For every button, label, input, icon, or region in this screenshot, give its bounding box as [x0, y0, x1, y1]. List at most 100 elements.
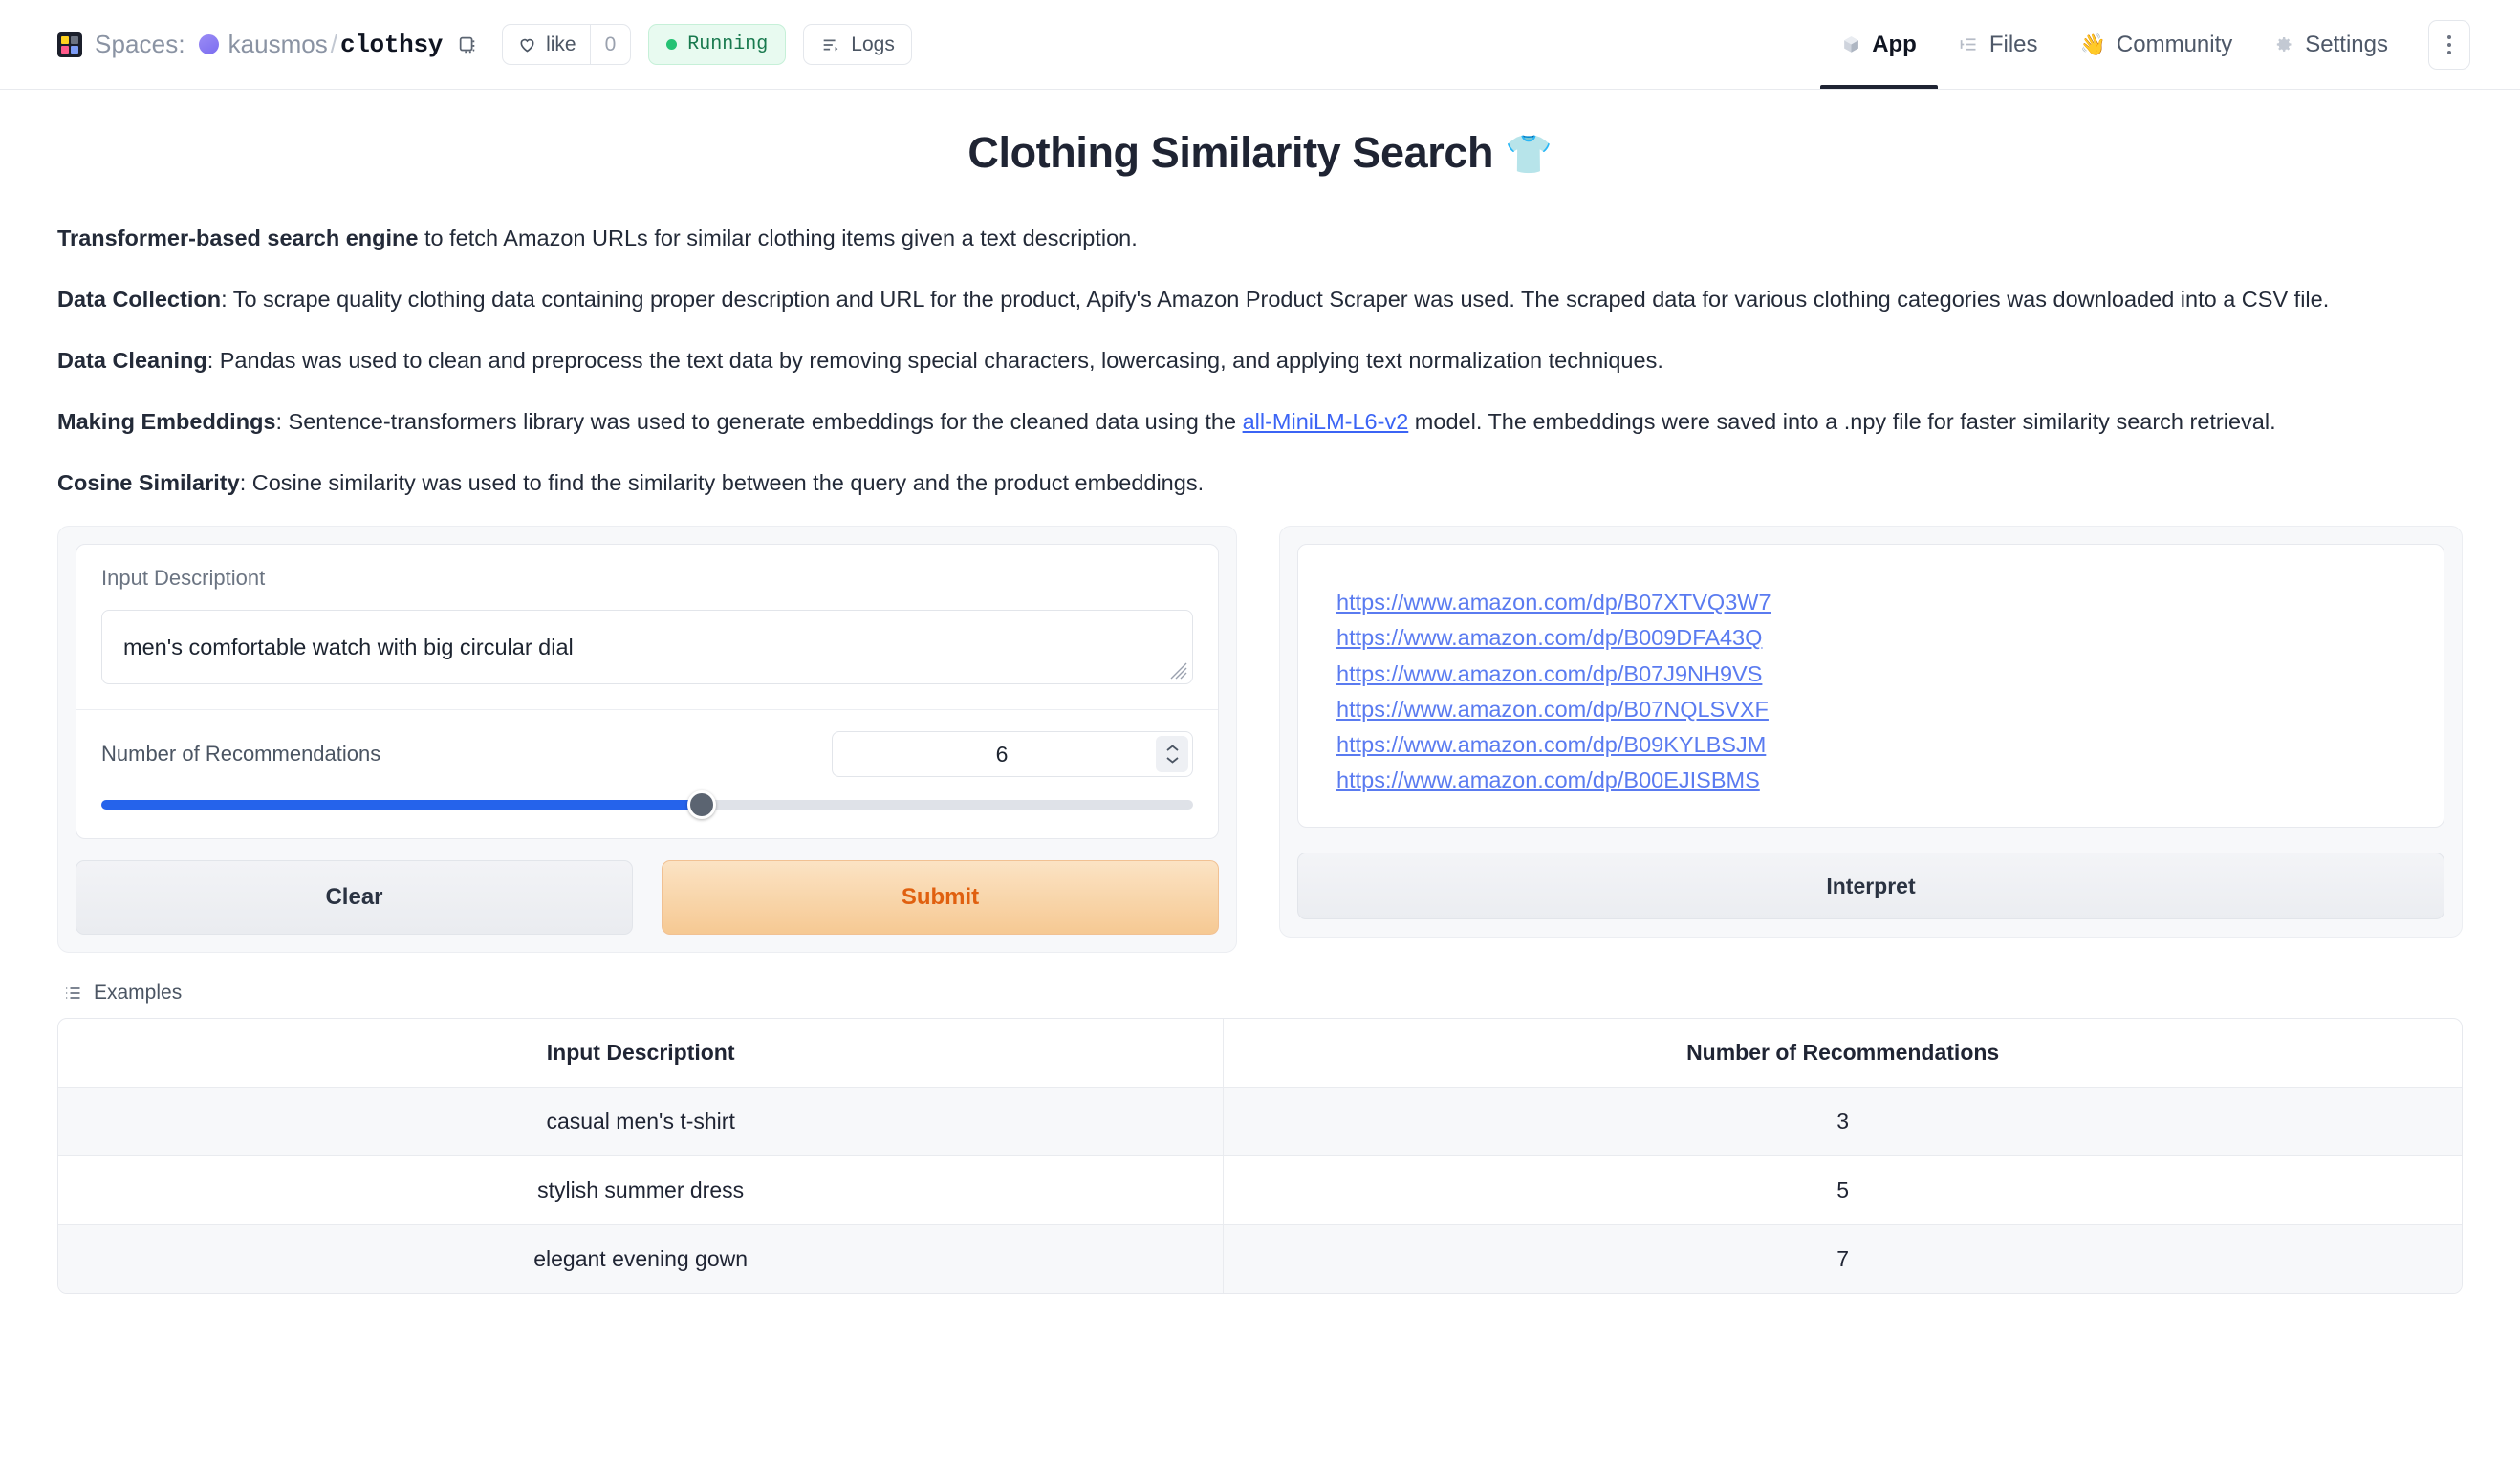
chevron-down-icon[interactable] [1164, 755, 1181, 765]
table-row[interactable]: elegant evening gown 7 [58, 1225, 2462, 1293]
paragraph-cosine-similarity: Cosine Similarity: Cosine similarity was… [57, 464, 2463, 501]
cell-recommendations: 5 [1224, 1156, 2462, 1225]
input-card: Input Descriptiont men's comfortable wat… [57, 526, 1237, 953]
tab-files[interactable]: Files [1938, 0, 2059, 89]
output-column: https://www.amazon.com/dp/B07XTVQ3W7 htt… [1279, 526, 2463, 938]
status-badge[interactable]: Running [648, 24, 786, 65]
like-count: 0 [591, 33, 631, 56]
logs-icon [820, 34, 841, 55]
recommendations-slider[interactable] [101, 800, 1193, 810]
owner-name-link[interactable]: kausmos [228, 30, 328, 59]
logs-button[interactable]: Logs [803, 24, 912, 65]
files-icon [1959, 34, 1979, 54]
space-name[interactable]: clothsy [340, 31, 443, 59]
io-columns: Input Descriptiont men's comfortable wat… [57, 526, 2463, 953]
recommendations-header: Number of Recommendations 6 [101, 731, 1193, 777]
raised-hand-icon: 👋 [2080, 34, 2106, 55]
recommendations-number-input[interactable]: 6 [832, 731, 1193, 777]
result-link[interactable]: https://www.amazon.com/dp/B09KYLBSJM [1336, 727, 1766, 763]
quantity-stepper[interactable] [1156, 736, 1188, 772]
column-header-description: Input Descriptiont [58, 1019, 1224, 1088]
heart-icon [517, 34, 537, 54]
paragraph-intro-bold: Transformer-based search engine [57, 226, 418, 250]
cell-recommendations: 3 [1224, 1088, 2462, 1156]
result-link[interactable]: https://www.amazon.com/dp/B00EJISBMS [1336, 763, 1760, 798]
model-link[interactable]: all-MiniLM-L6-v2 [1243, 409, 1409, 434]
paragraph-data-collection-bold: Data Collection [57, 287, 221, 312]
input-fields-group: Input Descriptiont men's comfortable wat… [76, 544, 1219, 839]
list-icon [63, 983, 82, 1003]
paragraph-cosine-similarity-text: : Cosine similarity was used to find the… [240, 470, 1204, 495]
input-column: Input Descriptiont men's comfortable wat… [57, 526, 1237, 953]
app-content: Clothing Similarity Search 👕 Transformer… [0, 128, 2520, 1294]
description-value: men's comfortable watch with big circula… [123, 635, 574, 660]
result-link[interactable]: https://www.amazon.com/dp/B07NQLSVXF [1336, 692, 1769, 727]
like-label: like [546, 33, 576, 56]
cell-description: elegant evening gown [58, 1225, 1224, 1293]
huggingface-spaces-logo-icon [57, 32, 82, 57]
space-breadcrumb: Spaces: kausmos / clothsy like 0 Running [57, 24, 1820, 65]
paragraph-data-cleaning-text: : Pandas was used to clean and preproces… [207, 348, 1663, 373]
description-label: Input Descriptiont [101, 566, 1193, 591]
cell-description: stylish summer dress [58, 1156, 1224, 1225]
action-buttons: Clear Submit [76, 860, 1219, 935]
space-tabs: App Files 👋 Community Settings [1820, 0, 2470, 89]
gear-icon [2274, 34, 2294, 54]
examples-label: Examples [94, 982, 182, 1004]
tab-files-label: Files [1989, 32, 2038, 58]
interpret-button[interactable]: Interpret [1297, 853, 2444, 919]
paragraph-data-collection: Data Collection: To scrape quality cloth… [57, 281, 2463, 317]
paragraph-cosine-similarity-bold: Cosine Similarity [57, 470, 240, 495]
tab-community[interactable]: 👋 Community [2059, 0, 2254, 89]
examples-toggle[interactable]: Examples [63, 982, 182, 1004]
slider-thumb[interactable] [687, 790, 716, 819]
like-button[interactable]: like 0 [502, 24, 631, 65]
slider-fill [101, 800, 702, 810]
owner-avatar [199, 34, 219, 54]
tab-app[interactable]: App [1820, 0, 1938, 89]
recommendations-label: Number of Recommendations [101, 742, 380, 766]
spaces-label: Spaces: [95, 30, 185, 59]
tshirt-icon: 👕 [1505, 134, 1552, 176]
page-title: Clothing Similarity Search 👕 [57, 128, 2463, 178]
description-input[interactable]: men's comfortable watch with big circula… [101, 610, 1193, 684]
description-field-block: Input Descriptiont men's comfortable wat… [76, 545, 1218, 709]
paragraph-making-embeddings: Making Embeddings: Sentence-transformers… [57, 403, 2463, 440]
space-header: Spaces: kausmos / clothsy like 0 Running [0, 0, 2520, 90]
tab-settings[interactable]: Settings [2253, 0, 2409, 89]
cell-recommendations: 7 [1224, 1225, 2462, 1293]
table-row[interactable]: casual men's t-shirt 3 [58, 1088, 2462, 1156]
status-label: Running [687, 33, 768, 55]
paragraph-data-cleaning-bold: Data Cleaning [57, 348, 207, 373]
status-dot-icon [666, 39, 677, 50]
breadcrumb-separator: / [328, 30, 340, 59]
result-link[interactable]: https://www.amazon.com/dp/B07XTVQ3W7 [1336, 585, 1771, 620]
tab-app-label: App [1872, 32, 1917, 58]
paragraph-intro-text: to fetch Amazon URLs for similar clothin… [418, 226, 1137, 250]
clear-button[interactable]: Clear [76, 860, 633, 935]
column-header-recommendations: Number of Recommendations [1224, 1019, 2462, 1088]
logs-label: Logs [851, 33, 895, 56]
examples-table: Input Descriptiont Number of Recommendat… [57, 1018, 2463, 1294]
resize-grip-icon[interactable] [1170, 662, 1187, 680]
recommendations-value: 6 [833, 742, 1192, 767]
result-link[interactable]: https://www.amazon.com/dp/B07J9NH9VS [1336, 657, 1762, 692]
copy-icon[interactable] [456, 33, 479, 56]
overflow-menu-button[interactable] [2428, 20, 2470, 70]
paragraph-making-embeddings-text-before: : Sentence-transformers library was used… [276, 409, 1243, 434]
paragraph-intro: Transformer-based search engine to fetch… [57, 220, 2463, 256]
tab-community-label: Community [2117, 32, 2232, 58]
tab-settings-label: Settings [2305, 32, 2388, 58]
chevron-up-icon[interactable] [1164, 744, 1181, 753]
page-title-text: Clothing Similarity Search [967, 128, 1493, 177]
result-link[interactable]: https://www.amazon.com/dp/B009DFA43Q [1336, 620, 1762, 656]
submit-button[interactable]: Submit [662, 860, 1219, 935]
paragraph-making-embeddings-bold: Making Embeddings [57, 409, 276, 434]
paragraph-data-collection-text: : To scrape quality clothing data contai… [221, 287, 2329, 312]
result-links-list: https://www.amazon.com/dp/B07XTVQ3W7 htt… [1298, 545, 2444, 827]
cube-icon [1841, 34, 1861, 54]
paragraph-making-embeddings-text-after: model. The embeddings were saved into a … [1408, 409, 2275, 434]
output-results-box: https://www.amazon.com/dp/B07XTVQ3W7 htt… [1297, 544, 2444, 828]
table-header-row: Input Descriptiont Number of Recommendat… [58, 1019, 2462, 1088]
table-row[interactable]: stylish summer dress 5 [58, 1156, 2462, 1225]
